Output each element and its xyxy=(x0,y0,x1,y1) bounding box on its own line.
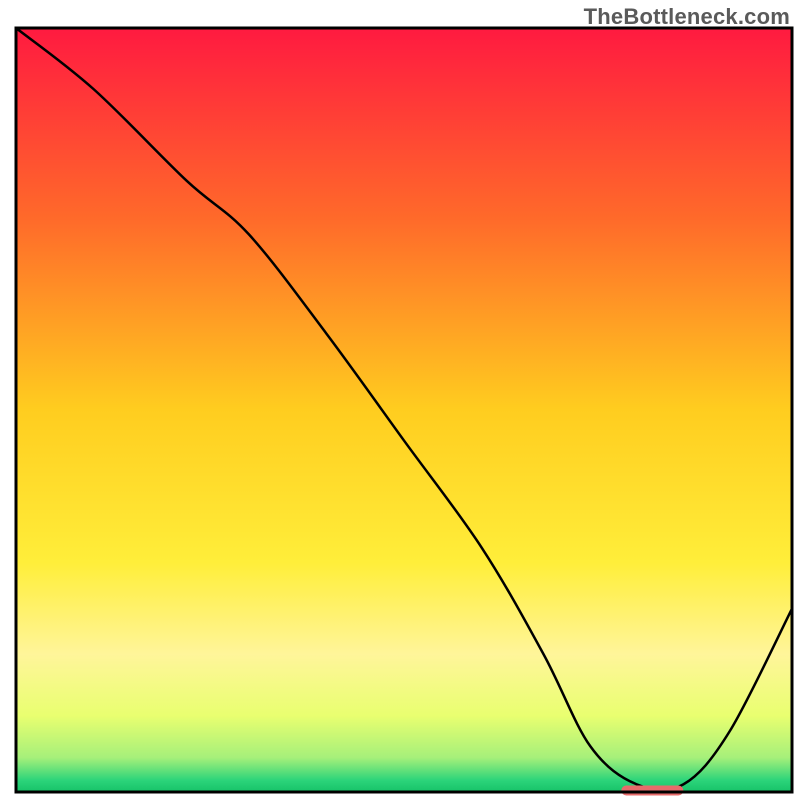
watermark-label: TheBottleneck.com xyxy=(584,4,790,30)
chart-container: TheBottleneck.com xyxy=(0,0,800,800)
bottleneck-chart xyxy=(0,0,800,800)
optimal-range-marker xyxy=(621,786,683,796)
gradient-background xyxy=(16,28,792,792)
